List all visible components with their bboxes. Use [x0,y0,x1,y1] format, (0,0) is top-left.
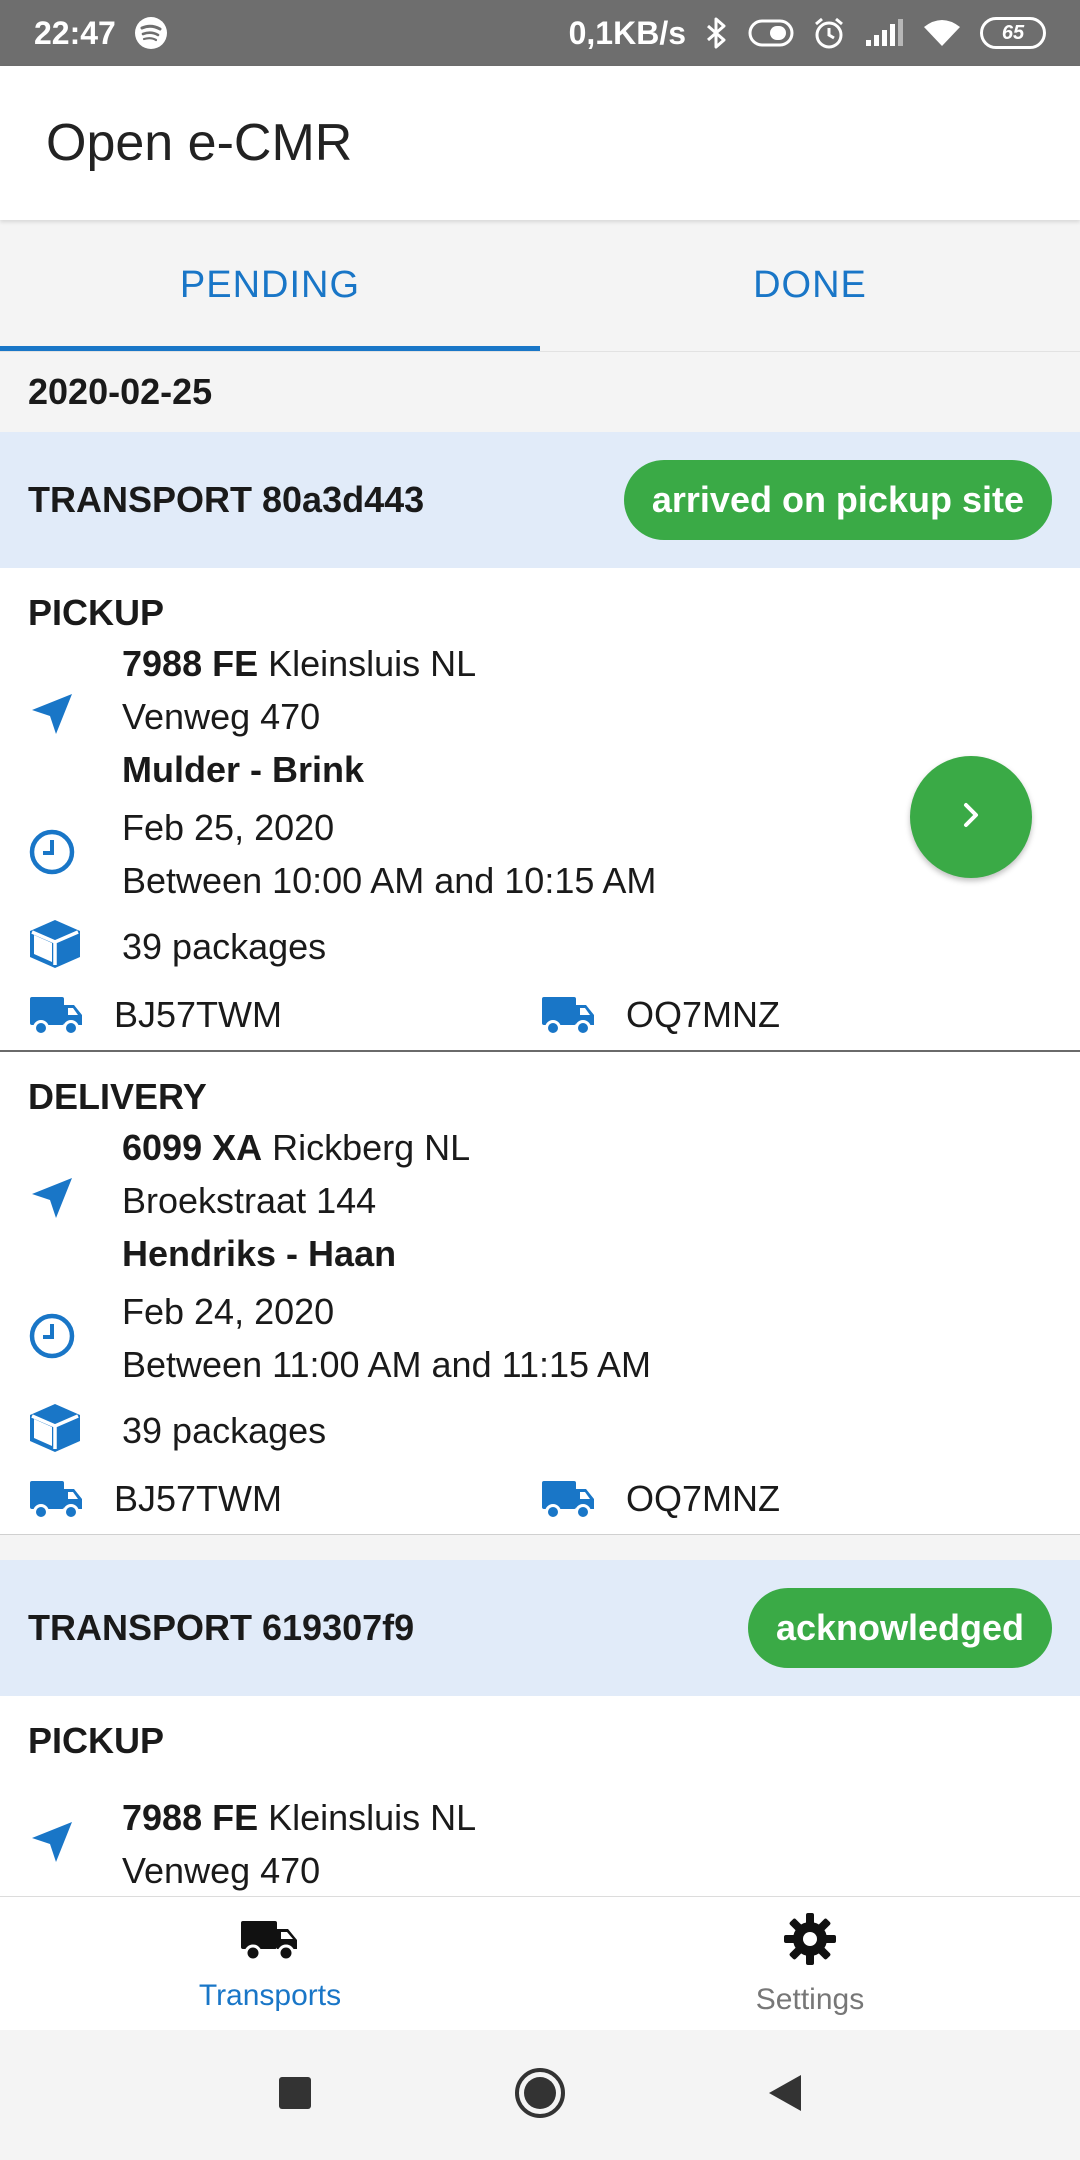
trailer-plate: OQ7MNZ [626,994,781,1035]
chevron-right-icon [951,795,991,840]
nav-label: Settings [755,1982,865,2016]
truck-icon [28,993,114,1037]
pickup-address: 7988 FE Kleinsluis NL Venweg 470 [28,1764,1052,1896]
status-time: 22:47 [34,14,116,51]
pickup-postcode: 7988 FE [122,642,259,684]
delivery-city: Rickberg NL [272,1126,471,1168]
navigation-arrow-icon [28,1174,76,1227]
pickup-time: Feb 25, 2020 Between 10:00 AM and 10:15 … [28,796,1052,912]
pickup-packages-text: 39 packages [122,925,327,967]
trailer-plate: OQ7MNZ [626,1478,781,1519]
section-heading: PICKUP [28,1720,165,1761]
system-navigation [0,2030,1080,2160]
tab-bar: PENDING DONE [0,220,1080,352]
pickup-section[interactable]: PICKUP 7988 FE Kleinsluis NL Venweg 470 [0,1696,1080,1896]
spotify-icon [134,16,168,50]
truck-plate: BJ57TWM [114,1478,283,1519]
pickup-street: Venweg 470 [122,1850,321,1891]
status-badge: arrived on pickup site [623,460,1052,540]
truck-plate: BJ57TWM [114,994,283,1035]
delivery-time: Feb 24, 2020 Between 11:00 AM and 11:15 … [28,1280,1052,1396]
transport-list[interactable]: 2020-02-25 TRANSPORT 80a3d443 arrived on… [0,352,1080,1896]
package-icon [28,1402,82,1459]
status-bar: 22:47 0,1KB/s 65 [0,0,1080,66]
delivery-window: Between 11:00 AM and 11:15 AM [122,1344,652,1385]
delivery-packages-text: 39 packages [122,1409,327,1451]
trailer-truck-icon [540,1477,626,1521]
card-separator [0,1534,1080,1560]
bluetooth-icon [704,16,730,50]
package-icon [28,918,82,975]
date-group-header: 2020-02-25 [0,352,1080,432]
delivery-address: 6099 XA Rickberg NL Broekstraat 144 Hend… [28,1120,1052,1280]
clock-icon [28,1312,76,1365]
nav-transports[interactable]: Transports [0,1897,540,2030]
navigation-arrow-icon [28,1818,76,1871]
pickup-postcode: 7988 FE [122,1797,259,1838]
wifi-icon [922,18,962,48]
section-heading: DELIVERY [28,1076,207,1117]
transport-header[interactable]: TRANSPORT 619307f9 acknowledged [0,1560,1080,1696]
delivery-postcode: 6099 XA [122,1126,263,1168]
pickup-date: Feb 25, 2020 [122,807,335,848]
open-transport-button[interactable] [910,756,1032,878]
delivery-section[interactable]: DELIVERY 6099 XA Rickberg NL Broekstraat… [0,1052,1080,1534]
nav-settings[interactable]: Settings [540,1897,1080,2030]
transport-title: TRANSPORT 619307f9 [28,1607,415,1648]
vibrate-icon [748,18,794,48]
pickup-packages: 39 packages [28,912,1052,980]
page-title: Open e-CMR [46,114,353,172]
signal-icon [864,18,904,48]
transport-title: TRANSPORT 80a3d443 [28,479,425,520]
pickup-city: Kleinsluis NL [268,642,477,684]
navigation-arrow-icon [28,690,76,743]
bottom-navigation: Transports Settings [0,1896,1080,2030]
recent-apps-button[interactable] [277,2075,313,2116]
pickup-section[interactable]: PICKUP 7988 FE Kleinsluis NL Venweg 470 … [0,568,1080,1052]
net-speed: 0,1KB/s [568,14,686,51]
trailer-truck-icon [540,993,626,1037]
battery-icon: 65 [980,17,1046,49]
tab-pending[interactable]: PENDING [0,220,540,351]
gear-icon [782,1911,838,1975]
delivery-street: Broekstraat 144 [122,1179,377,1221]
back-button[interactable] [767,2073,803,2118]
status-badge: acknowledged [747,1588,1052,1668]
pickup-window: Between 10:00 AM and 10:15 AM [122,860,657,901]
pickup-street: Venweg 470 [122,695,321,737]
nav-label: Transports [198,1978,342,2012]
delivery-date: Feb 24, 2020 [122,1291,335,1332]
tab-done[interactable]: DONE [540,220,1080,351]
pickup-company: Mulder - Brink [122,748,365,790]
alarm-icon [812,16,846,50]
pickup-city: Kleinsluis NL [268,1797,477,1838]
app-bar: Open e-CMR [0,66,1080,220]
pickup-vehicles: BJ57TWM OQ7MNZ [28,980,1052,1050]
section-heading: PICKUP [28,592,165,633]
clock-icon [28,828,76,881]
home-button[interactable] [513,2066,567,2125]
truck-icon [239,1915,301,1971]
pickup-address: 7988 FE Kleinsluis NL Venweg 470 Mulder … [28,636,1052,796]
truck-icon [28,1477,114,1521]
delivery-packages: 39 packages [28,1396,1052,1464]
delivery-vehicles: BJ57TWM OQ7MNZ [28,1464,1052,1534]
transport-header[interactable]: TRANSPORT 80a3d443 arrived on pickup sit… [0,432,1080,568]
delivery-company: Hendriks - Haan [122,1232,397,1274]
